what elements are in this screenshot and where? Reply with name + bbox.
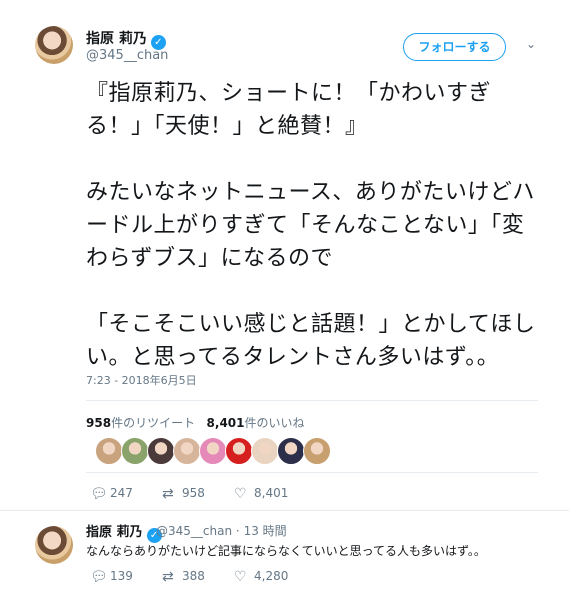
liker-avatar[interactable]: [121, 437, 149, 465]
reply-like-button[interactable]: ♡ 4,280: [234, 569, 288, 585]
liker-avatar[interactable]: [303, 437, 331, 465]
timestamp[interactable]: 7:23 - 2018年6月5日: [86, 372, 197, 388]
reply-display-name-text[interactable]: 指原 莉乃: [86, 525, 143, 540]
divider: [0, 510, 569, 511]
reply-avatar[interactable]: [35, 526, 73, 564]
liker-avatar[interactable]: [277, 437, 305, 465]
reply-display-name[interactable]: 指原 莉乃 ✓: [86, 521, 162, 543]
liker-avatar[interactable]: [173, 437, 201, 465]
retweet-icon: ⇄: [162, 569, 174, 585]
like-stat[interactable]: 8,401件のいいね: [207, 416, 305, 430]
engagement-stats: 958件のリツイート 8,401件のいいね: [86, 414, 305, 431]
reply-handle[interactable]: @345__chan: [156, 524, 232, 538]
liker-avatar[interactable]: [199, 437, 227, 465]
heart-icon: ♡: [234, 486, 247, 502]
chevron-down-icon[interactable]: ⌄: [526, 37, 536, 51]
tweet-paragraph: みたいなネットニュース、ありがたいけどハードル上がりすぎて「そんなことない」「変…: [86, 180, 535, 271]
like-label: 件のいいね: [244, 416, 305, 430]
tweet-paragraph: 「そこそこいい感じと話題！」とかしてほしい。と思ってるタレントさん多いはず。。: [86, 312, 536, 370]
like-action-count: 8,401: [254, 486, 289, 500]
retweet-label: 件のリツイート: [111, 416, 196, 430]
tweet-paragraph: 『指原莉乃、ショートに！「かわいすぎる！」「天使！」と絶賛！』: [86, 81, 492, 139]
avatar[interactable]: [35, 26, 73, 64]
liker-avatar[interactable]: [147, 437, 175, 465]
liker-avatar[interactable]: [251, 437, 279, 465]
retweet-stat[interactable]: 958件のリツイート: [86, 416, 195, 430]
liker-avatar[interactable]: [95, 437, 123, 465]
reply-button[interactable]: 💬︎ 247: [90, 486, 133, 502]
reply-text: なんならありがたいけど記事にならなくていいと思ってる人も多いはず。。: [86, 544, 486, 558]
reply-icon: 💬︎: [90, 486, 108, 502]
divider: [86, 472, 538, 473]
reply-retweet-count: 388: [182, 569, 205, 583]
handle[interactable]: @345__chan: [86, 48, 168, 63]
retweet-action-count: 958: [182, 486, 205, 500]
liker-avatar[interactable]: [225, 437, 253, 465]
reply-like-count: 4,280: [254, 569, 289, 583]
reply-reply-button[interactable]: 💬︎ 139: [90, 569, 133, 585]
retweet-icon: ⇄: [162, 486, 174, 502]
like-count: 8,401: [206, 416, 245, 430]
reply-reply-count: 139: [110, 569, 133, 583]
retweet-button[interactable]: ⇄ 958: [162, 486, 205, 502]
display-name[interactable]: 指原 莉乃 ✓: [86, 28, 166, 50]
reply-count: 247: [110, 486, 133, 500]
display-name-text[interactable]: 指原 莉乃: [86, 31, 147, 47]
reply-icon: 💬︎: [90, 569, 108, 585]
heart-icon: ♡: [234, 569, 247, 585]
reply-retweet-button[interactable]: ⇄ 388: [162, 569, 205, 585]
tweet-text: 『指原莉乃、ショートに！「かわいすぎる！」「天使！」と絶賛！』 みたいなネットニ…: [86, 77, 546, 374]
separator: ·: [235, 524, 240, 538]
follow-button[interactable]: フォローする: [403, 33, 506, 61]
reply-time[interactable]: 13 時間: [244, 524, 287, 538]
divider: [86, 400, 538, 401]
reply-meta: @345__chan · 13 時間: [156, 522, 287, 539]
retweet-count: 958: [86, 416, 112, 430]
like-button[interactable]: ♡ 8,401: [234, 486, 288, 502]
